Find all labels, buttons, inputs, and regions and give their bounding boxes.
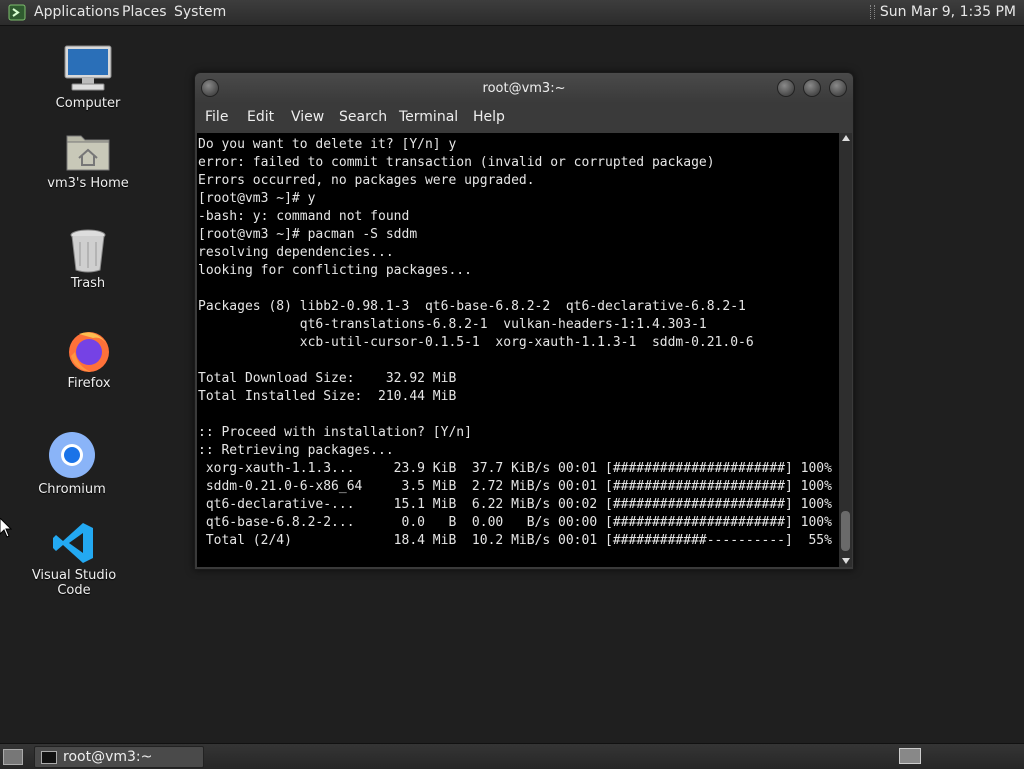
minimize-button[interactable]: [777, 79, 795, 97]
bottom-panel: root@vm3:~: [0, 743, 1024, 769]
mouse-cursor-icon: [0, 518, 12, 538]
terminal-line: qt6-translations-6.8.2-1 vulkan-headers-…: [198, 317, 707, 332]
clock[interactable]: Sun Mar 9, 1:35 PM: [869, 0, 1024, 29]
terminal-output[interactable]: Do you want to delete it? [Y/n] y error: …: [197, 133, 839, 567]
menu-terminal[interactable]: Terminal: [399, 109, 458, 125]
taskbar-item-terminal[interactable]: root@vm3:~: [34, 746, 204, 768]
terminal-line: Total Installed Size: 210.44 MiB: [198, 389, 457, 404]
terminal-line: [root@vm3 ~]# pacman -S sddm: [198, 227, 418, 242]
terminal-line: error: failed to commit transaction (inv…: [198, 155, 715, 170]
terminal-line: -bash: y: command not found: [198, 209, 410, 224]
system-menu[interactable]: System: [174, 4, 226, 20]
desktop-icon-trash[interactable]: Trash: [28, 228, 148, 291]
workspace-switcher[interactable]: [899, 748, 921, 764]
maximize-button[interactable]: [803, 79, 821, 97]
menu-view[interactable]: View: [291, 109, 324, 125]
desktop-icon-home[interactable]: vm3's Home: [28, 128, 148, 191]
close-button[interactable]: [829, 79, 847, 97]
desktop-icon-firefox[interactable]: Firefox: [29, 326, 149, 391]
applications-menu[interactable]: Applications: [34, 4, 120, 20]
clock-text: Sun Mar 9, 1:35 PM: [879, 4, 1016, 20]
home-folder-icon: [66, 135, 110, 171]
applications-logo-icon[interactable]: [8, 4, 26, 21]
scroll-down-arrow-icon[interactable]: [842, 558, 850, 564]
terminal-menubar: File Edit View Search Terminal Help: [195, 103, 853, 131]
firefox-icon: [69, 332, 109, 372]
window-titlebar[interactable]: root@vm3:~: [195, 73, 853, 103]
terminal-line: Do you want to delete it? [Y/n] y: [198, 137, 457, 152]
terminal-line: sddm-0.21.0-6-x86_64 3.5 MiB 2.72 MiB/s …: [198, 479, 832, 494]
terminal-line: qt6-base-6.8.2-2... 0.0 B 0.00 B/s 00:00…: [198, 515, 832, 530]
show-desktop-icon[interactable]: [3, 749, 23, 765]
desktop-icon-label: Trash: [70, 276, 106, 291]
panel-grip: [869, 5, 875, 19]
trash-icon: [70, 229, 106, 273]
terminal-scrollbar[interactable]: [839, 133, 852, 567]
vscode-icon: [53, 523, 93, 563]
terminal-line: looking for conflicting packages...: [198, 263, 472, 278]
terminal-icon: [41, 751, 57, 764]
terminal-text: Do you want to delete it? [Y/n] y error: …: [197, 133, 839, 550]
scroll-up-arrow-icon[interactable]: [842, 135, 850, 141]
terminal-line: resolving dependencies...: [198, 245, 394, 260]
top-panel: Applications Places System Sun Mar 9, 1:…: [0, 0, 1024, 26]
desktop-icon-chromium[interactable]: Chromium: [12, 430, 132, 497]
terminal-line: :: Retrieving packages...: [198, 443, 394, 458]
chromium-icon: [49, 432, 95, 478]
menu-file[interactable]: File: [205, 109, 228, 125]
desktop-icon-vscode[interactable]: Visual Studio Code: [14, 520, 134, 598]
scroll-thumb[interactable]: [841, 511, 850, 551]
terminal-line: Packages (8) libb2-0.98.1-3 qt6-base-6.8…: [198, 299, 746, 314]
desktop-icon-label: Computer: [55, 96, 121, 111]
menu-edit[interactable]: Edit: [247, 109, 274, 125]
desktop-icon-label: Chromium: [38, 482, 106, 497]
places-menu[interactable]: Places: [122, 4, 167, 20]
terminal-line: Total (2/4) 18.4 MiB 10.2 MiB/s 00:01 [#…: [198, 533, 832, 548]
window-title: root@vm3:~: [482, 81, 566, 96]
terminal-line: xcb-util-cursor-0.1.5-1 xorg-xauth-1.1.3…: [198, 335, 754, 350]
menu-help[interactable]: Help: [473, 109, 505, 125]
desktop-icon-label: vm3's Home: [47, 176, 129, 191]
terminal-window[interactable]: root@vm3:~ File Edit View Search Termina…: [194, 72, 854, 570]
terminal-line: [root@vm3 ~]# y: [198, 191, 316, 206]
computer-icon: [64, 45, 112, 91]
menu-search[interactable]: Search: [339, 109, 387, 125]
taskbar-item-label: root@vm3:~: [63, 749, 153, 765]
desktop-icon-label: Firefox: [67, 376, 111, 391]
terminal-line: xorg-xauth-1.1.3... 23.9 KiB 37.7 KiB/s …: [198, 461, 832, 476]
terminal-line: Total Download Size: 32.92 MiB: [198, 371, 457, 386]
terminal-line: qt6-declarative-... 15.1 MiB 6.22 MiB/s …: [198, 497, 832, 512]
terminal-line: :: Proceed with installation? [Y/n]: [198, 425, 472, 440]
desktop-icon-label: Visual Studio Code: [31, 568, 117, 598]
terminal-line: Errors occurred, no packages were upgrad…: [198, 173, 535, 188]
desktop-icon-computer[interactable]: Computer: [28, 44, 148, 111]
